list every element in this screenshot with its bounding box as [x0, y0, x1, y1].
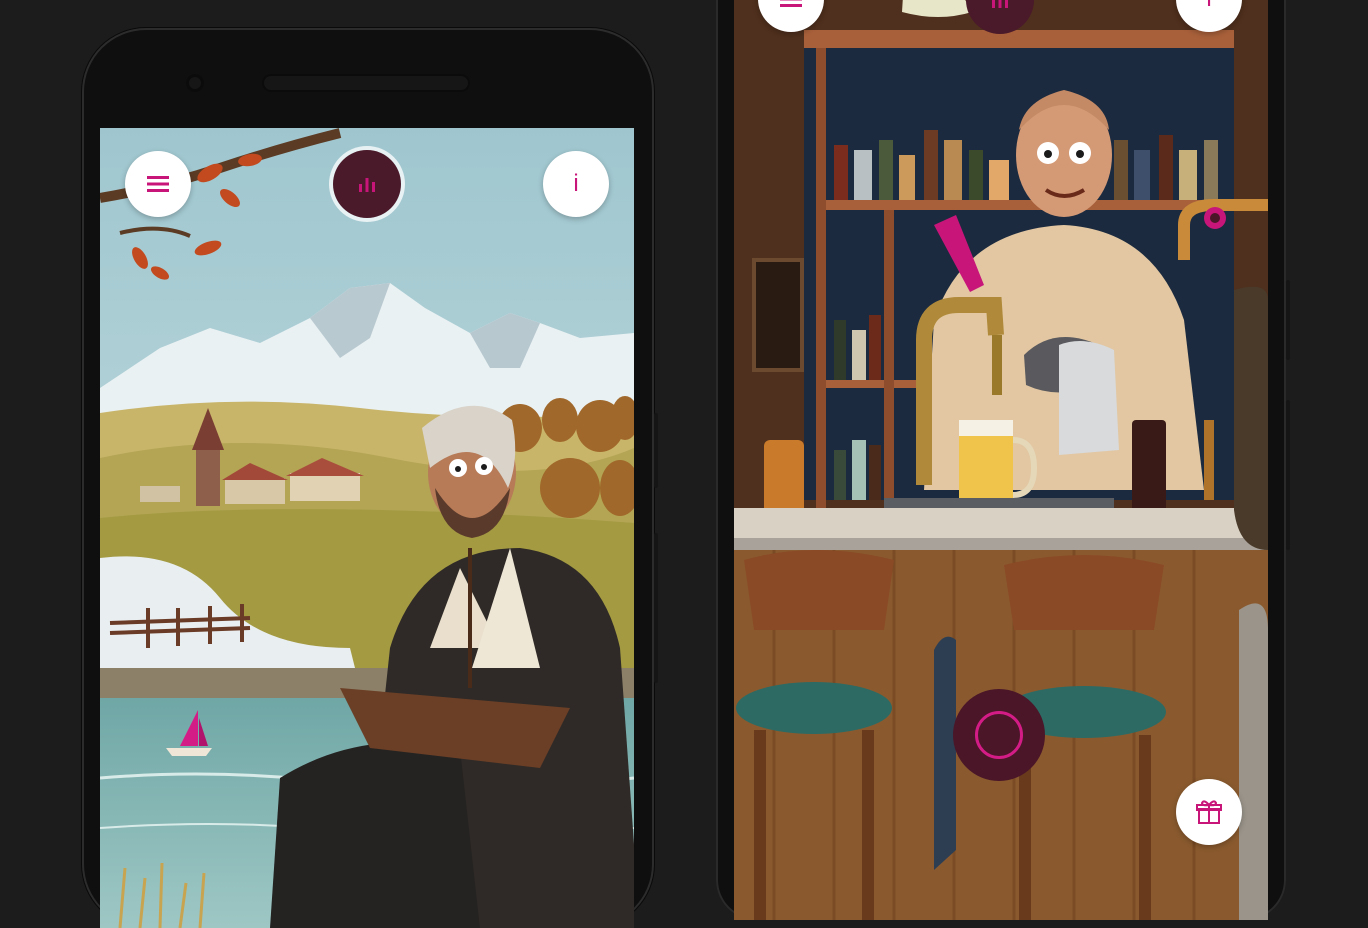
gift-box-icon [1196, 800, 1222, 824]
volume-button [654, 413, 658, 488]
earpiece-speaker [262, 74, 470, 92]
record-button[interactable] [953, 689, 1045, 781]
lamp-shade [902, 0, 972, 17]
info-label: i [573, 170, 579, 197]
tavern-illustration [734, 0, 1268, 920]
hamburger-menu-icon [147, 176, 169, 192]
info-button[interactable]: i [543, 151, 609, 217]
right-screen: i [734, 0, 1268, 920]
power-button [1286, 400, 1290, 550]
record-ring-icon [975, 711, 1023, 759]
power-button [654, 533, 658, 683]
stats-button[interactable] [333, 150, 401, 218]
menu-button[interactable] [125, 151, 191, 217]
volume-button [1286, 280, 1290, 360]
info-label: i [1206, 0, 1211, 13]
bar-chart-icon [359, 178, 375, 192]
bar-chart-icon [992, 0, 1008, 8]
hamburger-menu-icon [780, 0, 802, 7]
landscape-illustration [100, 128, 634, 928]
front-camera [186, 74, 204, 92]
gift-button[interactable] [1176, 779, 1242, 845]
left-screen: i [100, 128, 634, 928]
left-phone: i [82, 28, 658, 928]
right-phone: i [716, 0, 1290, 920]
